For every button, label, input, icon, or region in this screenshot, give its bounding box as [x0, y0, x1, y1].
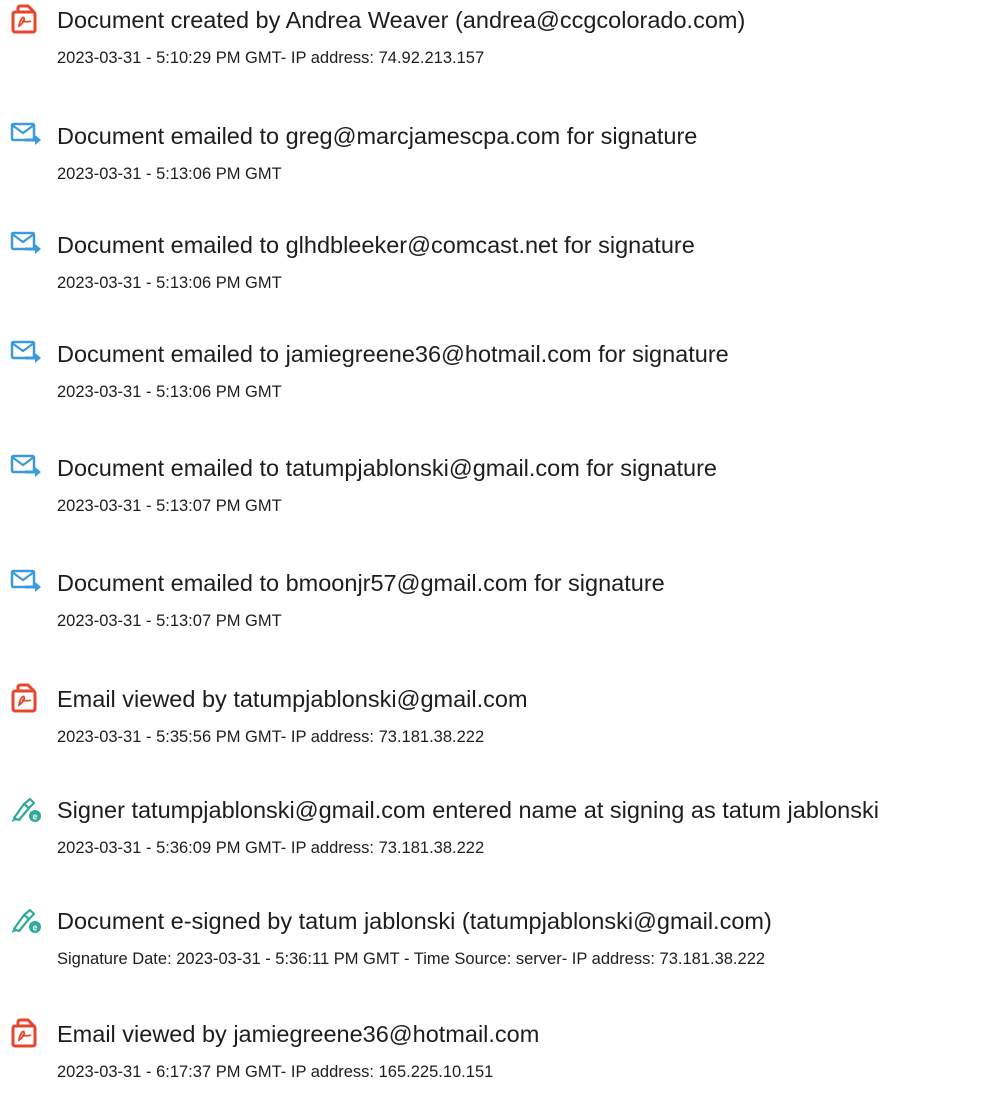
document-viewed-icon — [10, 683, 44, 713]
event-detail: 2023-03-31 - 5:13:06 PM GMT — [57, 165, 282, 183]
audit-event: Document emailed to bmoonjr57@gmail.com … — [0, 567, 989, 647]
event-title: Document emailed to bmoonjr57@gmail.com … — [57, 570, 665, 596]
audit-event: Email viewed by jamiegreene36@hotmail.co… — [0, 1018, 989, 1098]
event-detail: 2023-03-31 - 5:13:07 PM GMT — [57, 497, 282, 515]
event-title: Document emailed to greg@marcjamescpa.co… — [57, 123, 698, 149]
event-detail: 2023-03-31 - 5:36:09 PM GMT- IP address:… — [57, 839, 485, 857]
audit-event: e Signer tatumpjablonski@gmail.com enter… — [0, 794, 989, 874]
event-title: Document e-signed by tatum jablonski (ta… — [57, 908, 772, 934]
document-created-icon — [10, 4, 44, 34]
audit-event: Document emailed to jamiegreene36@hotmai… — [0, 338, 989, 418]
email-sent-icon — [10, 338, 44, 368]
event-title: Document emailed to glhdbleeker@comcast.… — [57, 232, 695, 258]
audit-event: Document emailed to tatumpjablonski@gmai… — [0, 452, 989, 532]
email-sent-icon — [10, 120, 44, 150]
event-title: Email viewed by jamiegreene36@hotmail.co… — [57, 1021, 540, 1047]
email-sent-icon — [10, 229, 44, 259]
event-title: Email viewed by tatumpjablonski@gmail.co… — [57, 686, 528, 712]
event-detail: 2023-03-31 - 5:13:06 PM GMT — [57, 383, 282, 401]
event-detail: 2023-03-31 - 5:35:56 PM GMT- IP address:… — [57, 728, 485, 746]
svg-text:e: e — [32, 923, 37, 933]
audit-event: Email viewed by tatumpjablonski@gmail.co… — [0, 683, 989, 763]
audit-event: Document emailed to greg@marcjamescpa.co… — [0, 120, 989, 200]
email-sent-icon — [10, 567, 44, 597]
email-sent-icon — [10, 452, 44, 482]
document-viewed-icon — [10, 1018, 44, 1048]
event-detail: 2023-03-31 - 5:10:29 PM GMT- IP address:… — [57, 49, 485, 67]
svg-text:e: e — [32, 812, 37, 822]
signature-pen-icon: e — [10, 794, 44, 824]
audit-event: e Document e-signed by tatum jablonski (… — [0, 905, 989, 985]
event-detail: 2023-03-31 - 6:17:37 PM GMT- IP address:… — [57, 1063, 494, 1081]
event-detail: 2023-03-31 - 5:13:07 PM GMT — [57, 612, 282, 630]
audit-event: Document created by Andrea Weaver (andre… — [0, 4, 989, 84]
event-title: Document emailed to tatumpjablonski@gmai… — [57, 455, 717, 481]
signature-pen-icon: e — [10, 905, 44, 935]
audit-event: Document emailed to glhdbleeker@comcast.… — [0, 229, 989, 309]
event-detail: Signature Date: 2023-03-31 - 5:36:11 PM … — [57, 950, 766, 968]
event-detail: 2023-03-31 - 5:13:06 PM GMT — [57, 274, 282, 292]
event-title: Signer tatumpjablonski@gmail.com entered… — [57, 797, 879, 823]
event-title: Document created by Andrea Weaver (andre… — [57, 7, 746, 33]
event-title: Document emailed to jamiegreene36@hotmai… — [57, 341, 729, 367]
